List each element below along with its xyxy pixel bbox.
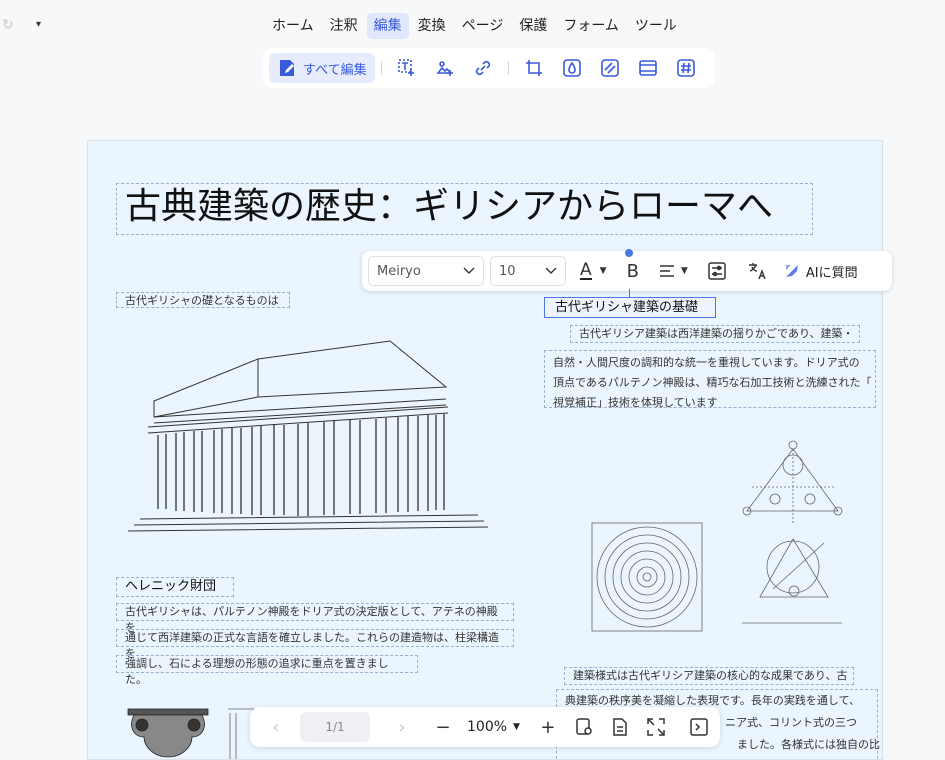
- edit-all-label: すべて編集: [303, 62, 367, 78]
- bold-button[interactable]: B: [627, 261, 639, 282]
- menu-convert[interactable]: 変換: [411, 13, 453, 39]
- menu-page[interactable]: ページ: [455, 13, 511, 39]
- text-color-icon: A: [580, 260, 592, 280]
- para-right-line-2: 自然・人間尺度の調和的な統一を重視しています。ドリア式の: [553, 356, 860, 369]
- page-layout-icon[interactable]: [609, 716, 631, 738]
- align-left-icon: [659, 265, 674, 277]
- caret-down-icon: ▼: [680, 266, 688, 276]
- edit-ribbon: すべて編集: [263, 48, 715, 88]
- geometry-illustration: [591, 440, 843, 632]
- menu-tools[interactable]: ツール: [628, 13, 684, 39]
- para-right-block[interactable]: 自然・人間尺度の調和的な統一を重視しています。ドリア式の 頂点であるパルテノン神…: [544, 350, 876, 409]
- menu-protect[interactable]: 保護: [512, 13, 554, 39]
- crop-icon[interactable]: [524, 58, 544, 78]
- view-mode-icon[interactable]: [573, 716, 595, 738]
- parthenon-illustration: [128, 340, 488, 532]
- bold-icon: B: [626, 260, 639, 282]
- image-icon[interactable]: [435, 58, 455, 78]
- font-size-value: 10: [499, 263, 516, 279]
- ask-ai-button[interactable]: AIに質問: [784, 262, 858, 281]
- zoom-in-icon[interactable]: +: [537, 716, 559, 738]
- align-button[interactable]: ▼: [659, 264, 688, 278]
- page-number-input[interactable]: 1/1: [300, 712, 370, 742]
- watermark-icon[interactable]: [562, 58, 582, 78]
- redo-icon[interactable]: ↻: [2, 17, 14, 33]
- caption-left[interactable]: 古代ギリシャの礎となるものは: [116, 292, 290, 308]
- font-size-select[interactable]: 10: [490, 256, 566, 286]
- sliders-icon: [708, 262, 726, 280]
- ribbon-separator: [507, 61, 509, 75]
- collapse-panel-icon[interactable]: [688, 716, 710, 738]
- ask-ai-label: AIに質問: [805, 265, 858, 281]
- chevron-down-icon: [463, 267, 475, 274]
- para-right-line-3: 頂点であるパルテノン神殿は、精巧な石加工技術と洗練された「: [553, 376, 872, 389]
- edit-all-icon: [280, 60, 294, 76]
- selected-heading[interactable]: 古代ギリシャ建築の基礎: [544, 297, 716, 318]
- page-navigation: ‹ 1/1 › − 100% ▼ +: [250, 707, 720, 747]
- menu-form[interactable]: フォーム: [556, 13, 626, 39]
- bates-icon[interactable]: [676, 58, 696, 78]
- document-page: 古典建築の歴史：ギリシアからローマへ 古代ギリシャの礎となるものは ヘレニック財…: [87, 140, 883, 760]
- quick-access-caret-icon[interactable]: ▾: [36, 19, 41, 30]
- resize-handle-icon[interactable]: [624, 248, 634, 258]
- translate-icon: [748, 263, 766, 280]
- zoom-out-icon[interactable]: −: [432, 716, 454, 738]
- main-menu: ホーム 注釈 編集 変換 ページ 保護 フォーム ツール: [265, 13, 686, 39]
- font-select[interactable]: Meiryo: [368, 256, 484, 286]
- header-footer-icon[interactable]: [638, 58, 658, 78]
- page-title[interactable]: 古典建築の歴史：ギリシアからローマへ: [116, 183, 813, 235]
- zoom-level[interactable]: 100%: [467, 719, 507, 735]
- para-bottom-line-1[interactable]: 建築様式は古代ギリシア建築の核心的な成果であり、古: [564, 667, 854, 685]
- edit-all-button[interactable]: すべて編集: [269, 53, 375, 83]
- menu-edit[interactable]: 編集: [366, 13, 409, 39]
- next-page-icon[interactable]: ›: [391, 716, 413, 738]
- chevron-down-icon: [545, 267, 557, 274]
- para-left-line-1[interactable]: 古代ギリシャは、パルテノン神殿をドリア式の決定版として、アテネの神殿を: [116, 603, 514, 634]
- background-icon[interactable]: [600, 58, 620, 78]
- text-color-button[interactable]: A ▼: [580, 262, 607, 280]
- para-left-line-2[interactable]: 通じて西洋建築の正式な言語を確立しました。これらの建造物は、柱梁構造を: [116, 629, 514, 660]
- rotate-connector: [629, 289, 630, 297]
- para-right-line-4: 視覚補正」技術を体現しています: [553, 396, 718, 409]
- heading-hellenic[interactable]: ヘレニック財団: [116, 577, 234, 597]
- prev-page-icon[interactable]: ‹: [265, 716, 287, 738]
- fullscreen-icon[interactable]: [645, 716, 667, 738]
- para-right-line-1[interactable]: 古代ギリシア建築は西洋建築の揺りかごであり、建築・: [570, 325, 860, 343]
- para-left-line-3[interactable]: 強調し、石による理想の形態の追求に重点を置きました。: [116, 655, 418, 686]
- ribbon-separator: [380, 61, 382, 75]
- translate-button[interactable]: [748, 262, 768, 280]
- font-select-value: Meiryo: [377, 263, 421, 279]
- caret-down-icon: ▼: [599, 266, 607, 276]
- text-edit-icon[interactable]: [397, 58, 417, 78]
- ai-sparkle-icon: [785, 265, 798, 277]
- link-icon[interactable]: [473, 58, 493, 78]
- menu-home[interactable]: ホーム: [265, 13, 321, 39]
- text-properties-button[interactable]: [708, 262, 726, 280]
- zoom-caret-icon[interactable]: ▼: [513, 722, 520, 732]
- menu-annotate[interactable]: 注釈: [323, 13, 365, 39]
